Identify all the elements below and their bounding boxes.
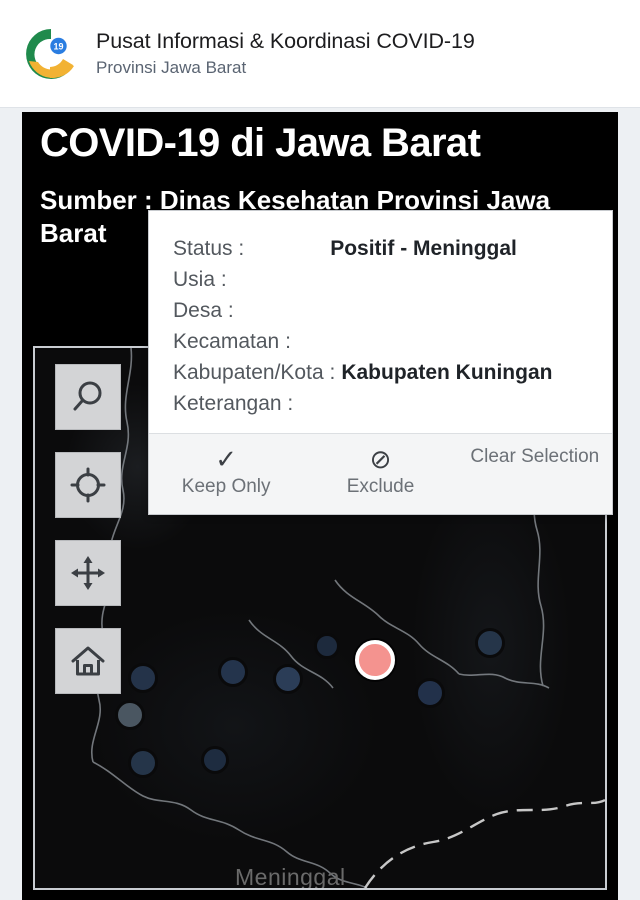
map-marker[interactable] (314, 633, 340, 659)
map-tool-search-button[interactable] (55, 364, 121, 430)
tooltip-row-status: Status : Positif - Meninggal (173, 233, 588, 264)
tooltip-value: Positif - Meninggal (330, 237, 517, 260)
tooltip-row-usia: Usia : (173, 264, 588, 295)
covid19-jabar-logo-icon: 19 (20, 23, 82, 85)
clear-selection-button[interactable]: Clear Selection (458, 444, 612, 500)
tooltip-row-kabupaten-kota: Kabupaten/Kota : Kabupaten Kuningan (173, 357, 588, 388)
tooltip-label: Kabupaten/Kota : (173, 361, 336, 385)
map-marker[interactable] (115, 700, 145, 730)
tooltip-action-bar: ✓ Keep Only ⊘ Exclude Clear Selection (149, 433, 612, 515)
tooltip-label: Desa : (173, 299, 234, 323)
target-icon (69, 466, 107, 504)
map-tool-home-button[interactable] (55, 628, 121, 694)
map-marker[interactable] (415, 678, 445, 708)
map-tool-target-button[interactable] (55, 452, 121, 518)
tooltip-label: Keterangan : (173, 392, 294, 416)
brand-text: Pusat Informasi & Koordinasi COVID-19 Pr… (96, 28, 475, 79)
map-marker[interactable] (218, 657, 248, 687)
clear-selection-label: Clear Selection (470, 446, 600, 468)
map-marker[interactable] (273, 664, 303, 694)
home-icon (69, 642, 107, 680)
tooltip-details: Status : Positif - Meninggal Usia : Desa… (149, 211, 612, 433)
search-icon (69, 378, 107, 416)
tooltip-label: Kecamatan : (173, 330, 291, 354)
tooltip-row-desa: Desa : (173, 295, 588, 326)
map-marker[interactable] (128, 663, 158, 693)
map-tool-pan-button[interactable] (55, 540, 121, 606)
logo-badge-number: 19 (53, 41, 63, 51)
check-icon: ✓ (215, 444, 238, 475)
tooltip-label: Status : (173, 237, 245, 260)
pan-icon (69, 554, 107, 592)
page-title: Pusat Informasi & Koordinasi COVID-19 (96, 28, 475, 53)
page-subtitle: Provinsi Jawa Barat (96, 58, 247, 78)
tooltip-label: Usia : (173, 268, 227, 292)
map-legend-label: Meninggal (235, 864, 346, 890)
map-toolbar (55, 364, 121, 694)
dashboard-title: COVID-19 di Jawa Barat (40, 121, 481, 165)
exclude-icon: ⊘ (369, 444, 392, 475)
page-root: 19 Pusat Informasi & Koordinasi COVID-19… (0, 0, 640, 900)
tooltip-row-kecamatan: Kecamatan : (173, 326, 588, 357)
keep-only-label: Keep Only (181, 476, 271, 498)
tooltip-row-keterangan: Keterangan : (173, 388, 588, 419)
exclude-label: Exclude (346, 476, 415, 498)
keep-only-button[interactable]: ✓ Keep Only (149, 444, 303, 500)
exclude-button[interactable]: ⊘ Exclude (303, 444, 457, 500)
map-marker[interactable] (128, 748, 158, 778)
map-marker[interactable] (201, 746, 229, 774)
tooltip-value: Kabupaten Kuningan (341, 361, 553, 385)
map-marker-selected[interactable] (355, 640, 395, 680)
map-marker[interactable] (475, 628, 505, 658)
map-tooltip: Status : Positif - Meninggal Usia : Desa… (148, 210, 613, 516)
site-header: 19 Pusat Informasi & Koordinasi COVID-19… (0, 0, 640, 108)
